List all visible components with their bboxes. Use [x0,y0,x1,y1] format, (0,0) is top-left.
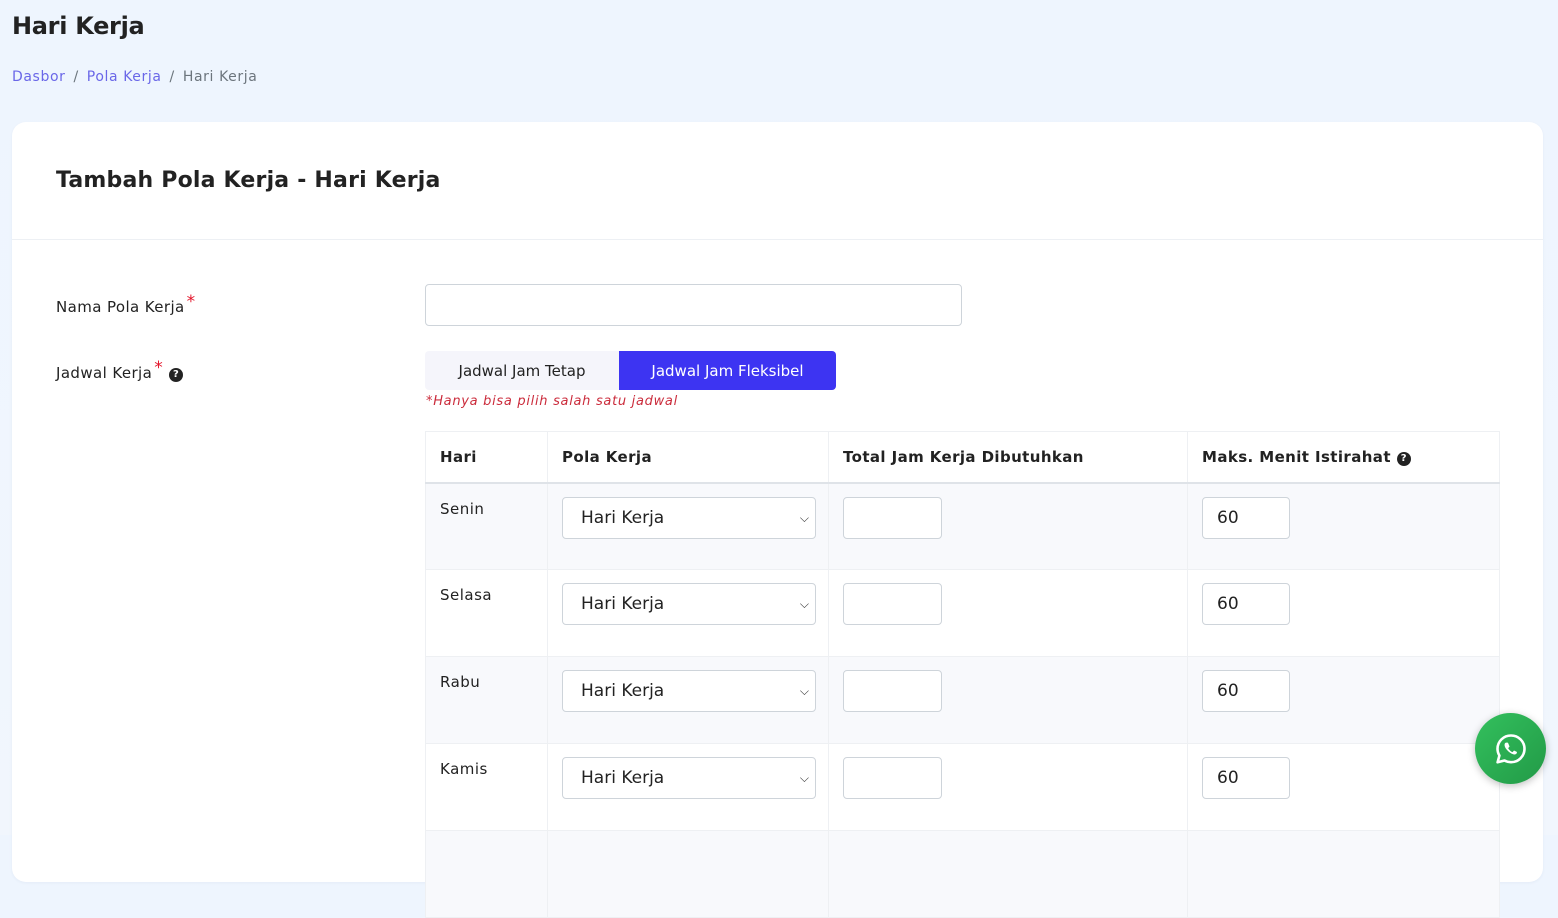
form-card: Tambah Pola Kerja - Hari Kerja Nama Pola… [12,122,1543,918]
pattern-select[interactable]: Hari Kerja ⌵ [562,583,816,625]
pattern-name-input[interactable] [425,284,962,326]
card-header: Tambah Pola Kerja - Hari Kerja [12,122,1543,240]
col-header-max-break-text: Maks. Menit Istirahat [1202,447,1391,466]
name-label: Nama Pola Kerja * [56,292,196,317]
pattern-select-value: Hari Kerja [581,594,665,614]
page-title: Hari Kerja [12,12,145,40]
day-cell: Rabu [440,673,481,691]
total-hours-input[interactable] [843,670,942,712]
workday-table-wrap: Hari Pola Kerja Total Jam Kerja Dibutuhk… [425,431,1500,918]
max-break-input[interactable]: 60 [1202,583,1290,625]
table-row: Selasa Hari Kerja ⌵ 60 [425,569,1500,657]
question-circle-icon[interactable]: ? [169,368,184,382]
whatsapp-icon [1495,733,1526,764]
pattern-select-value: Hari Kerja [581,681,665,701]
breadcrumb-dasbor[interactable]: Dasbor [12,69,65,85]
schedule-label: Jadwal Kerja *? [56,358,184,383]
name-label-text: Nama Pola Kerja [56,298,185,316]
breadcrumb-separator: / [169,69,175,85]
col-header-day: Hari [425,431,548,484]
required-mark: * [154,358,164,378]
col-header-pattern: Pola Kerja [547,431,829,484]
schedule-note: *Hanya bisa pilih salah satu jadwal [426,394,678,409]
total-hours-input[interactable] [843,496,942,539]
workday-table: Hari Pola Kerja Total Jam Kerja Dibutuhk… [425,431,1500,918]
day-cell: Selasa [440,586,493,604]
col-header-total-hours: Total Jam Kerja Dibutuhkan [828,431,1188,484]
total-hours-input[interactable] [843,583,942,625]
flexible-schedule-button[interactable]: Jadwal Jam Fleksibel [619,351,836,390]
fixed-schedule-button[interactable]: Jadwal Jam Tetap [425,351,619,390]
whatsapp-button[interactable] [1475,713,1546,784]
table-row: Kamis Hari Kerja ⌵ 60 [425,743,1500,831]
chevron-down-icon: ⌵ [799,684,809,698]
day-cell: Kamis [440,760,488,778]
pattern-select-value: Hari Kerja [581,768,665,788]
breadcrumb: Dasbor / Pola Kerja / Hari Kerja [12,69,257,85]
card-title: Tambah Pola Kerja - Hari Kerja [56,168,441,193]
breadcrumb-separator: / [73,69,79,85]
chevron-down-icon: ⌵ [799,771,809,785]
day-cell: Senin [440,499,485,518]
table-header-row: Hari Pola Kerja Total Jam Kerja Dibutuhk… [425,431,1500,484]
breadcrumb-pola-kerja[interactable]: Pola Kerja [87,69,162,85]
pattern-select[interactable]: Hari Kerja ⌵ [562,496,816,539]
max-break-input[interactable]: 60 [1202,670,1290,712]
pattern-select[interactable]: Hari Kerja ⌵ [562,670,816,712]
schedule-label-text: Jadwal Kerja [56,364,153,382]
total-hours-input[interactable] [843,757,942,799]
schedule-toggle-group: Jadwal Jam Tetap Jadwal Jam Fleksibel [425,351,836,390]
pattern-select-value: Hari Kerja [581,507,665,528]
chevron-down-icon: ⌵ [799,597,809,611]
max-break-input[interactable]: 60 [1202,496,1290,539]
required-mark: * [186,292,196,312]
table-row: Senin Hari Kerja ⌵ 60 [425,482,1500,570]
question-circle-icon[interactable]: ? [1396,451,1411,466]
table-row [425,830,1500,918]
breadcrumb-current: Hari Kerja [182,69,258,85]
max-break-input[interactable]: 60 [1202,757,1290,799]
pattern-select[interactable]: Hari Kerja ⌵ [562,757,816,799]
table-row: Rabu Hari Kerja ⌵ 60 [425,656,1500,744]
col-header-max-break: Maks. Menit Istirahat? [1187,431,1500,484]
chevron-down-icon: ⌵ [799,510,809,525]
